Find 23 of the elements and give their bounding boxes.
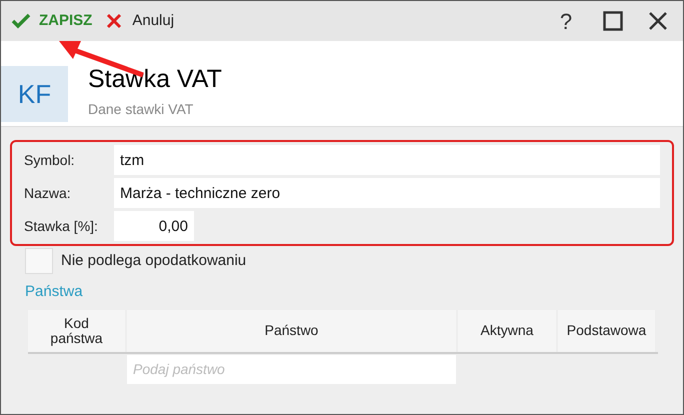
app-badge: KF [1,66,68,122]
close-icon [106,13,122,29]
text-field[interactable]: 0,00 [114,211,194,241]
text-field[interactable]: Marża - techniczne zero [114,178,660,208]
page-subtitle: Dane stawki VAT [88,100,194,119]
checkbox-label: Nie podlega opodatkowaniu [61,250,246,271]
text-field[interactable]: tzm [114,145,660,175]
column-header[interactable]: Kod państwa [28,310,125,352]
section-title: Państwa [25,282,84,302]
field-label: Nazwa: [24,184,72,202]
checkbox[interactable] [25,248,53,274]
field-label: Symbol: [24,150,76,170]
column-header[interactable]: Państwo [127,310,456,352]
close-icon[interactable] [649,12,667,30]
page-title: Stawka VAT [88,64,222,95]
check-icon [11,13,31,29]
cancel-button[interactable]: Anuluj [106,10,174,32]
maximize-icon[interactable] [603,11,623,31]
column-header[interactable]: Podstawowa [558,310,655,352]
country-input[interactable]: Podaj państwo [127,354,456,384]
column-header[interactable]: Aktywna [458,310,556,352]
field-label: Stawka [%]: [24,216,99,236]
help-button[interactable]: ? [551,4,581,38]
